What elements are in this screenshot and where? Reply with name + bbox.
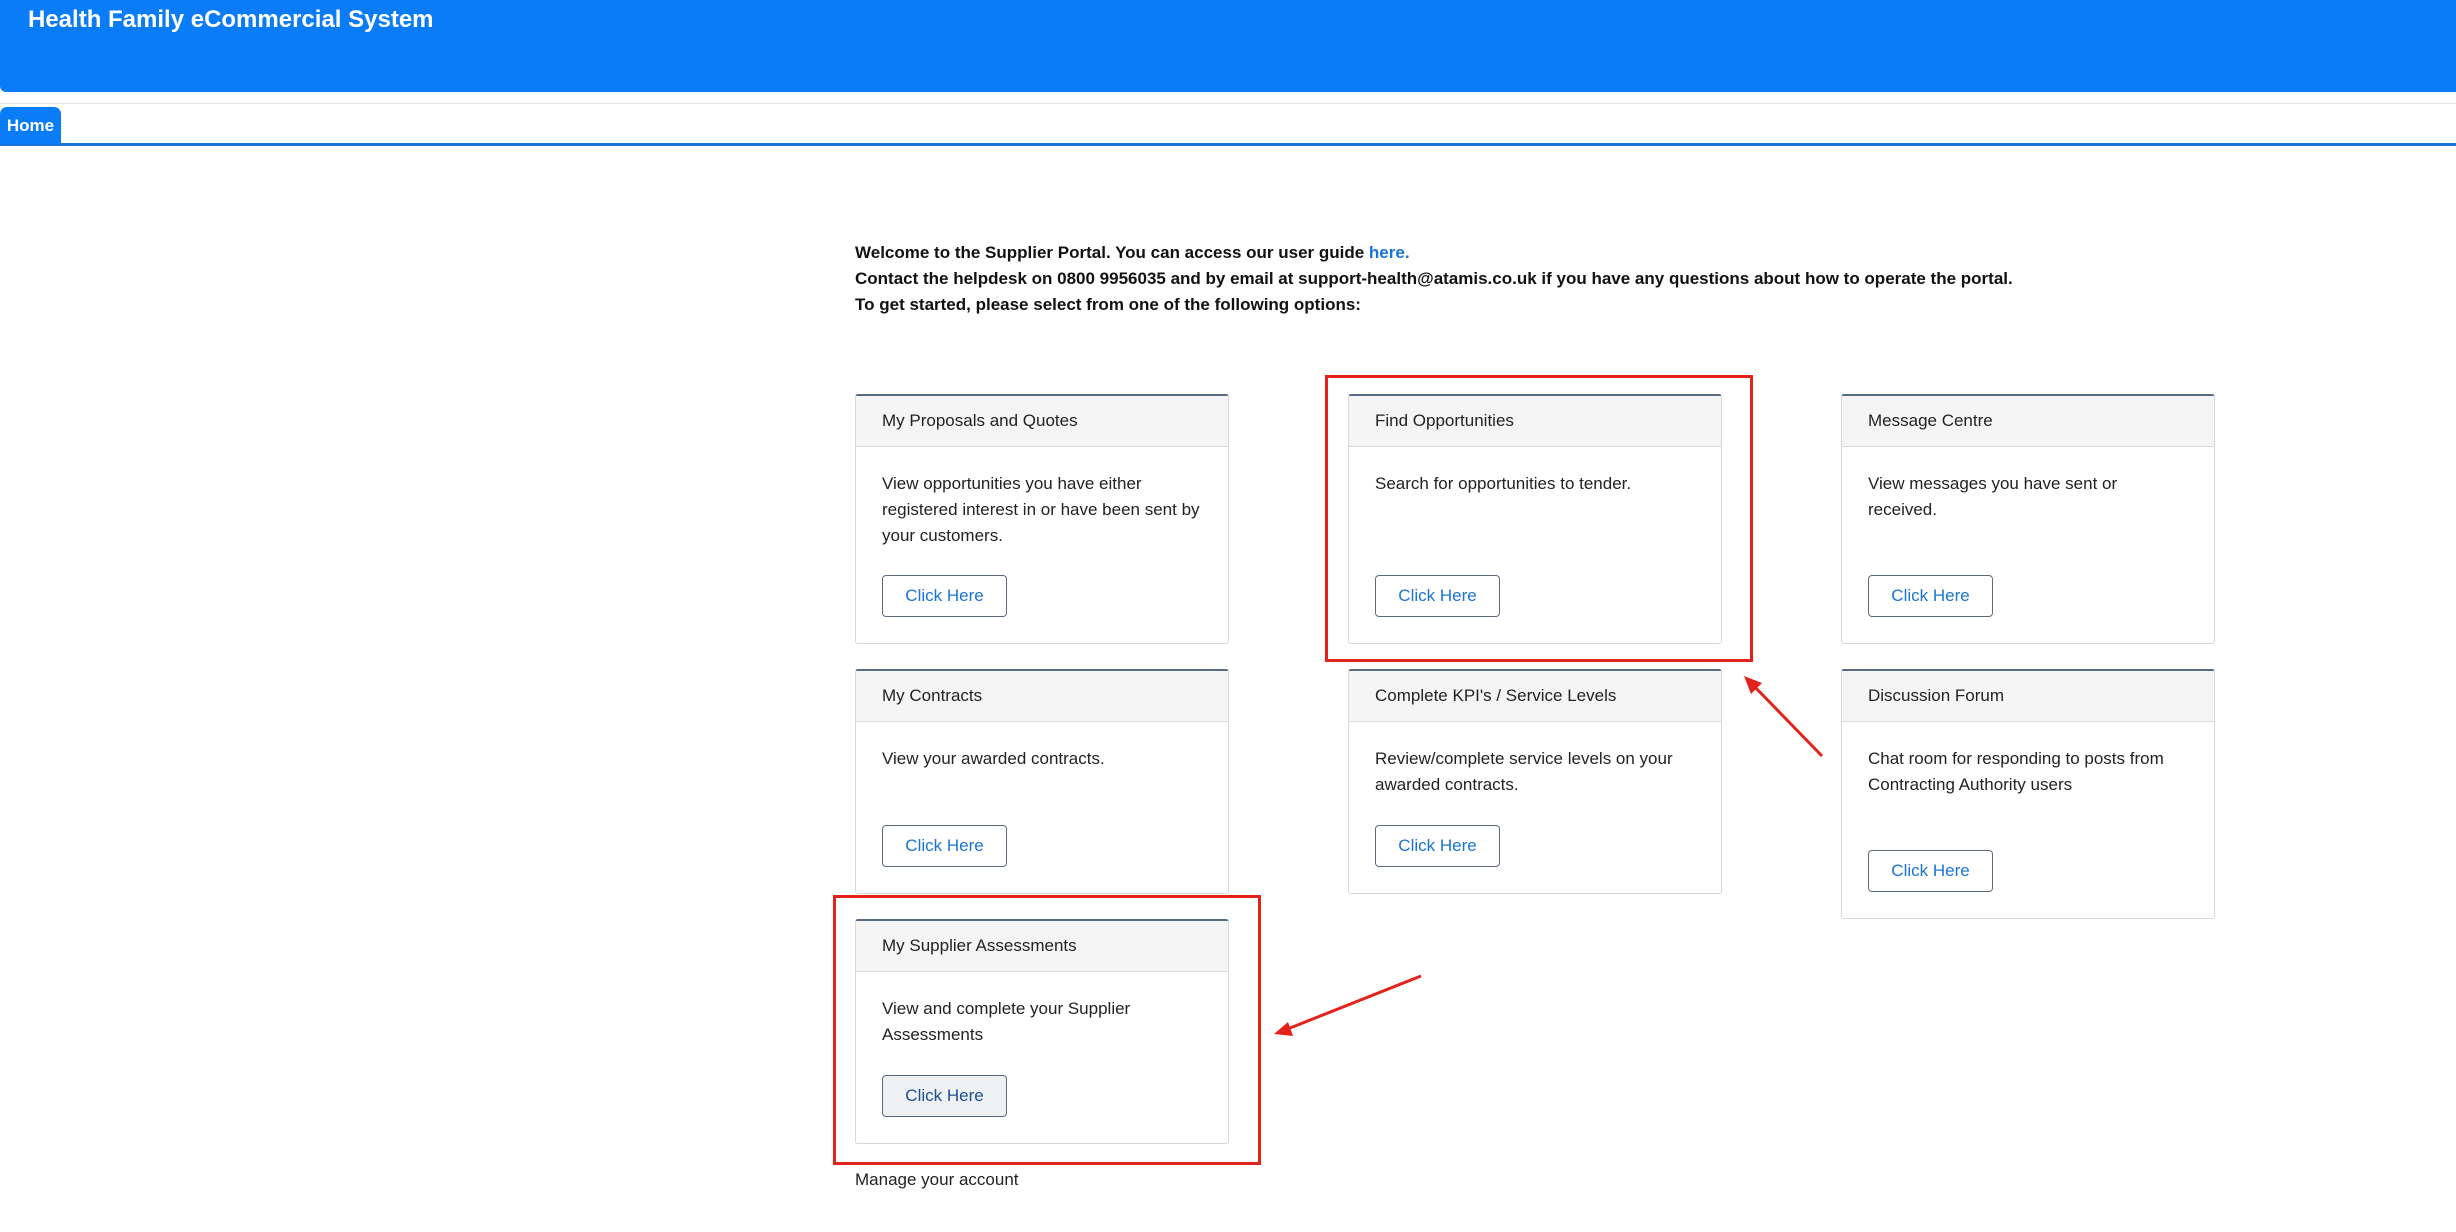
- annotation-arrow-to-supplier-assessments: [1274, 974, 1422, 1036]
- annotation-arrows: [1274, 676, 1824, 1036]
- annotation-arrow-to-find-opportunities: [1744, 676, 1824, 758]
